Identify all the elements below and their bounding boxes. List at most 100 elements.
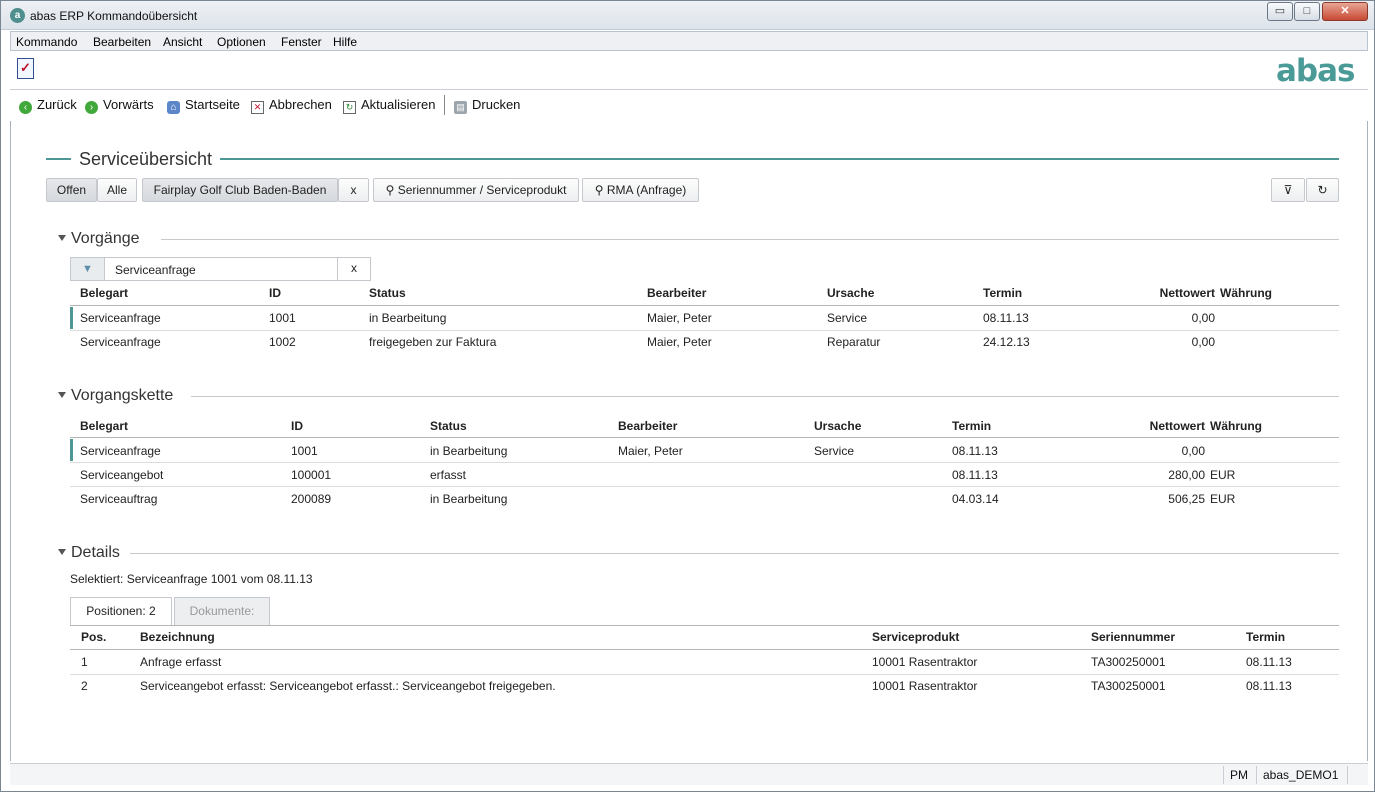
table-cell: 08.11.13: [1246, 679, 1292, 693]
col-seriennummer: Seriennummer: [1091, 630, 1176, 644]
toolbar-divider: [444, 95, 445, 115]
vorgaenge-filter[interactable]: ▼ Serviceanfrage x: [70, 257, 371, 281]
table-cell: 08.11.13: [983, 311, 1029, 325]
clear-filter-button[interactable]: ⊽: [1271, 178, 1305, 202]
table-row[interactable]: Serviceangebot: [80, 468, 163, 482]
table-cell: 08.11.13: [952, 444, 998, 458]
table-row[interactable]: Serviceanfrage: [80, 335, 161, 349]
title-underline: [46, 158, 1339, 160]
table-cell: Service: [827, 311, 868, 325]
menu-kommando[interactable]: Kommando: [16, 35, 77, 49]
table-cell: 0,00: [1181, 444, 1205, 458]
table-cell: Maier, Peter: [618, 444, 683, 458]
menu-fenster[interactable]: Fenster: [281, 35, 322, 49]
selection-marker: [70, 439, 73, 461]
page-title: Serviceübersicht: [71, 149, 221, 170]
table-cell: in Bearbeitung: [430, 492, 508, 506]
print-button[interactable]: ▤ Drucken: [454, 97, 520, 114]
menu-bearbeiten[interactable]: Bearbeiten: [93, 35, 151, 49]
home-icon: ⌂: [167, 101, 180, 114]
table-row[interactable]: Serviceanfrage: [80, 444, 161, 458]
selected-info: Selektiert: Serviceanfrage 1001 vom 08.1…: [70, 572, 313, 586]
vorgaenge-rule: [161, 239, 1339, 240]
forward-button[interactable]: › Vorwärts: [85, 97, 154, 114]
col-id: ID: [291, 419, 303, 433]
close-button[interactable]: ✕: [1322, 2, 1368, 21]
refresh-doc-icon: ↻: [343, 101, 356, 114]
col-bezeichnung: Bezeichnung: [140, 630, 215, 644]
cancel-doc-icon: ✕: [251, 101, 264, 114]
table-row[interactable]: Serviceanfrage: [80, 311, 161, 325]
filter-all-button[interactable]: Alle: [97, 178, 137, 202]
rma-search-button[interactable]: ⚲ RMA (Anfrage): [582, 178, 699, 202]
table-cell: TA300250001: [1091, 679, 1166, 693]
table-cell: 100001: [291, 468, 332, 482]
app-icon: a: [10, 8, 25, 23]
tab-positionen[interactable]: Positionen: 2: [70, 597, 172, 625]
table-cell: 280,00: [1168, 468, 1205, 482]
menu-hilfe[interactable]: Hilfe: [333, 35, 357, 49]
table-cell: 08.11.13: [952, 468, 998, 482]
minimize-button[interactable]: ▭: [1267, 2, 1293, 21]
col-id: ID: [269, 286, 281, 300]
serial-search-button[interactable]: ⚲ Seriennummer / Serviceprodukt: [373, 178, 579, 202]
col-waehrung: Währung: [1220, 286, 1272, 300]
toolbar: ‹ Zurück › Vorwärts ⌂ Startseite ✕ Abbrechen…: [10, 91, 1368, 121]
status-bar: PM abas_DEMO1: [10, 763, 1368, 785]
refresh-icon: ↻: [1317, 183, 1328, 197]
header-divider: [70, 305, 1339, 306]
table-row[interactable]: Serviceauftrag: [80, 492, 157, 506]
reload-button[interactable]: ↻: [1306, 178, 1339, 202]
table-cell: 1001: [269, 311, 296, 325]
filter-clear-button[interactable]: x: [337, 258, 370, 280]
refresh-button[interactable]: ↻ Aktualisieren: [343, 97, 435, 114]
table-cell: Maier, Peter: [647, 335, 712, 349]
selection-marker: [70, 307, 73, 329]
menu-optionen[interactable]: Optionen: [217, 35, 266, 49]
home-button[interactable]: ⌂ Startseite: [167, 97, 240, 114]
filter-open-button[interactable]: Offen: [46, 178, 97, 202]
details-section-title[interactable]: Details: [58, 544, 130, 562]
back-label: Zurück: [37, 97, 77, 112]
vorgangskette-section-title[interactable]: Vorgangskette: [58, 387, 184, 405]
col-status: Status: [369, 286, 406, 300]
header-divider: [70, 649, 1339, 650]
table-row[interactable]: 2: [81, 679, 88, 693]
status-user: PM: [1223, 766, 1254, 784]
col-termin: Termin: [983, 286, 1023, 300]
table-cell: Reparatur: [827, 335, 881, 349]
funnel-icon: ▼: [71, 258, 105, 280]
printer-icon: ▤: [454, 101, 467, 114]
icon-bar: ✓ abas: [10, 52, 1368, 90]
table-cell: TA300250001: [1091, 655, 1166, 669]
checklist-icon[interactable]: ✓: [17, 58, 34, 79]
col-nettowert: Nettowert: [1159, 286, 1215, 300]
menu-bar: Kommando Bearbeiten Ansicht Optionen Fen…: [10, 31, 1368, 51]
status-client: abas_DEMO1: [1256, 766, 1344, 784]
tab-divider: [70, 625, 1339, 626]
col-nettowert: Nettowert: [1149, 419, 1205, 433]
refresh-label: Aktualisieren: [361, 97, 436, 112]
back-button[interactable]: ‹ Zurück: [19, 97, 77, 114]
home-label: Startseite: [185, 97, 240, 112]
window-title: abas ERP Kommandoübersicht: [30, 9, 198, 23]
header-divider: [70, 437, 1339, 438]
col-ursache: Ursache: [827, 286, 875, 300]
table-row[interactable]: 1: [81, 655, 88, 669]
table-cell: 1001: [291, 444, 318, 458]
customer-clear-button[interactable]: x: [338, 178, 369, 202]
table-cell: in Bearbeitung: [369, 311, 447, 325]
maximize-button[interactable]: □: [1294, 2, 1320, 21]
tab-dokumente[interactable]: Dokumente:: [174, 597, 270, 625]
serial-search-label: Seriennummer / Serviceprodukt: [397, 183, 567, 197]
row-divider: [70, 462, 1339, 463]
vorgaenge-section-title[interactable]: Vorgänge: [58, 230, 150, 248]
table-cell: 200089: [291, 492, 332, 506]
menu-ansicht[interactable]: Ansicht: [163, 35, 202, 49]
col-termin: Termin: [952, 419, 992, 433]
vorgangskette-rule: [191, 396, 1339, 397]
arrow-right-icon: ›: [85, 101, 98, 114]
cancel-button[interactable]: ✕ Abbrechen: [251, 97, 332, 114]
customer-filter-button[interactable]: Fairplay Golf Club Baden-Baden: [142, 178, 338, 202]
table-cell: 24.12.13: [983, 335, 1030, 349]
